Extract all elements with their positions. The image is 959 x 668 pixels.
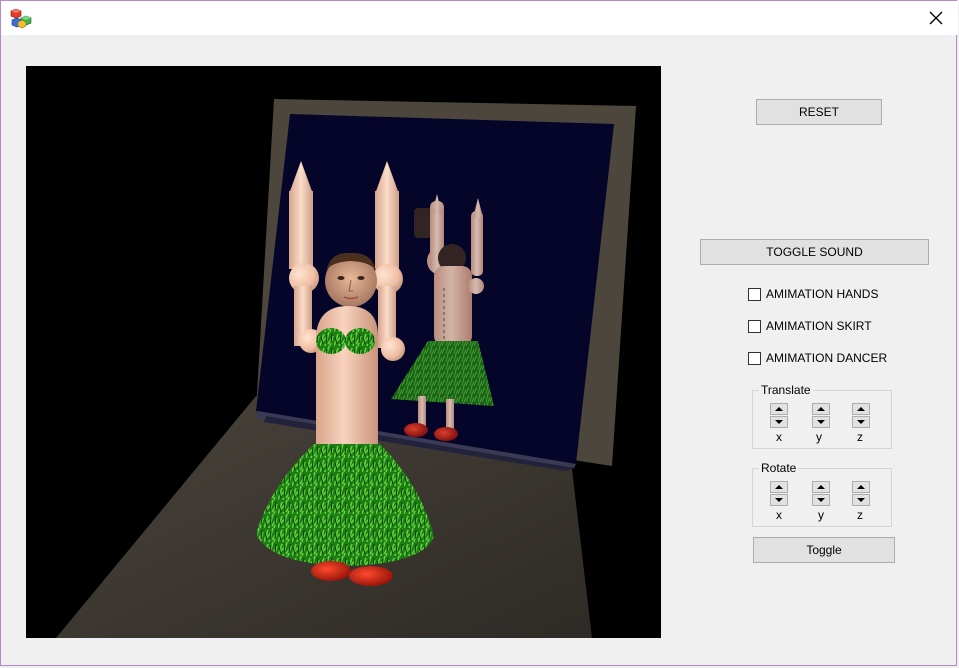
rotate-group: Rotate x y z xyxy=(752,461,892,527)
spin-up-button[interactable] xyxy=(770,481,788,493)
arrow-up-icon xyxy=(857,485,865,489)
rotate-x-spinner[interactable] xyxy=(770,481,788,506)
rotate-y-label: y xyxy=(818,508,824,522)
spin-down-button[interactable] xyxy=(770,494,788,506)
arrow-down-icon xyxy=(775,420,783,424)
arrow-up-icon xyxy=(775,407,783,411)
checkbox-box[interactable] xyxy=(748,287,761,301)
spin-down-button[interactable] xyxy=(812,494,830,506)
arrow-down-icon xyxy=(857,420,865,424)
animation-dancer-checkbox[interactable]: AMIMATION DANCER xyxy=(748,349,887,367)
close-button[interactable] xyxy=(914,1,958,35)
arrow-up-icon xyxy=(775,485,783,489)
spin-down-button[interactable] xyxy=(852,494,870,506)
arrow-down-icon xyxy=(857,498,865,502)
spin-down-button[interactable] xyxy=(770,416,788,428)
translate-z-label: z xyxy=(857,430,863,444)
spin-down-button[interactable] xyxy=(812,416,830,428)
title-bar xyxy=(1,1,958,35)
app-cubes-icon xyxy=(10,8,32,29)
checkbox-box[interactable] xyxy=(748,351,761,365)
rotate-group-title: Rotate xyxy=(759,461,799,475)
scene-render xyxy=(56,99,636,638)
checkbox-box[interactable] xyxy=(748,319,761,333)
translate-group-title: Translate xyxy=(759,383,813,397)
spin-up-button[interactable] xyxy=(852,403,870,415)
spin-up-button[interactable] xyxy=(770,403,788,415)
checkbox-label: AMIMATION DANCER xyxy=(766,351,888,365)
animation-hands-checkbox[interactable]: AMIMATION HANDS xyxy=(748,285,878,303)
checkbox-label: AMIMATION HANDS xyxy=(766,287,879,301)
3d-viewport[interactable] xyxy=(26,66,661,638)
arrow-down-icon xyxy=(817,498,825,502)
arrow-up-icon xyxy=(817,485,825,489)
spin-up-button[interactable] xyxy=(812,403,830,415)
close-icon xyxy=(929,11,943,25)
arrow-down-icon xyxy=(817,420,825,424)
arrow-up-icon xyxy=(857,407,865,411)
rotate-z-label: z xyxy=(857,508,863,522)
translate-y-spinner[interactable] xyxy=(812,403,830,428)
animation-skirt-checkbox[interactable]: AMIMATION SKIRT xyxy=(748,317,872,335)
translate-z-spinner[interactable] xyxy=(852,403,870,428)
translate-x-spinner[interactable] xyxy=(770,403,788,428)
spin-up-button[interactable] xyxy=(812,481,830,493)
toggle-sound-button[interactable]: TOGGLE SOUND xyxy=(700,239,929,265)
arrow-up-icon xyxy=(817,407,825,411)
checkbox-label: AMIMATION SKIRT xyxy=(766,319,872,333)
rotate-x-label: x xyxy=(776,508,782,522)
reset-button[interactable]: RESET xyxy=(756,99,882,125)
translate-x-label: x xyxy=(776,430,782,444)
translate-group: Translate x y z xyxy=(752,383,892,449)
spin-down-button[interactable] xyxy=(852,416,870,428)
rotate-z-spinner[interactable] xyxy=(852,481,870,506)
rotate-y-spinner[interactable] xyxy=(812,481,830,506)
spin-up-button[interactable] xyxy=(852,481,870,493)
toggle-button[interactable]: Toggle xyxy=(753,537,895,563)
arrow-down-icon xyxy=(775,498,783,502)
translate-y-label: y xyxy=(816,430,822,444)
